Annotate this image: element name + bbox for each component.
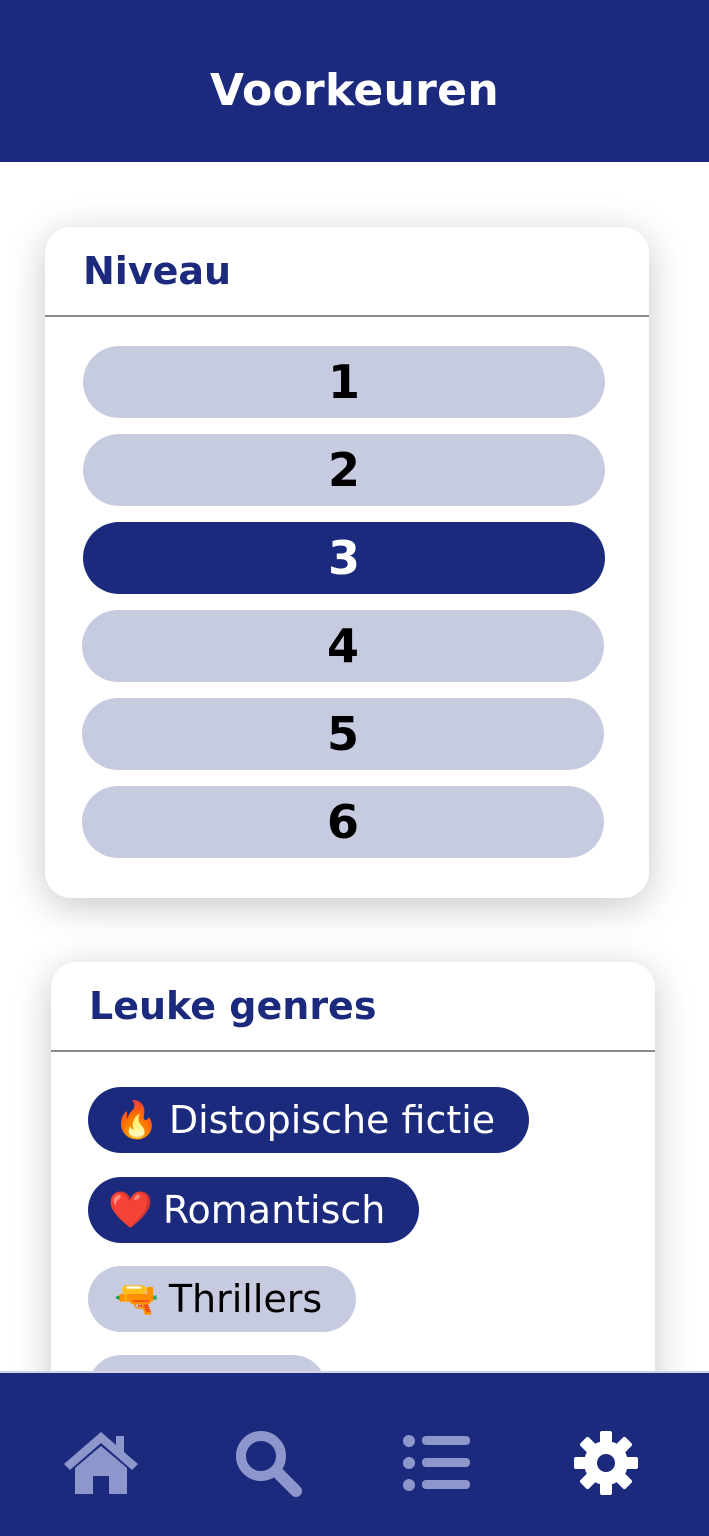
nav-home-button[interactable]	[51, 1413, 151, 1513]
level-option-4[interactable]: 4	[82, 610, 604, 682]
niveau-card: Niveau 1 2 3 4 5 6	[45, 227, 649, 898]
page-title: Voorkeuren	[210, 64, 499, 116]
level-option-6[interactable]: 6	[82, 786, 604, 858]
search-icon	[236, 1431, 302, 1497]
water-gun-icon: 🔫	[114, 1279, 159, 1320]
list-icon	[403, 1435, 470, 1491]
app-header: Voorkeuren	[0, 0, 709, 162]
genre-chip-label: Romantisch	[162, 1188, 386, 1232]
genres-title: Leuke genres	[51, 962, 655, 1052]
gear-icon	[574, 1431, 638, 1495]
nav-list-button[interactable]	[387, 1413, 487, 1513]
home-icon	[64, 1432, 138, 1494]
niveau-title: Niveau	[45, 227, 649, 317]
fire-icon: 🔥	[114, 1100, 159, 1141]
level-option-2[interactable]: 2	[83, 434, 605, 506]
genre-chip-thrillers[interactable]: 🔫 Thrillers	[88, 1266, 357, 1332]
genre-chip-label: Thrillers	[168, 1277, 323, 1321]
genre-chip-romantisch[interactable]: ❤️ Romantisch	[88, 1177, 420, 1243]
genre-chip-distopische-fictie[interactable]: 🔥 Distopische fictie	[88, 1087, 530, 1153]
genre-chip-label: Distopische fictie	[168, 1098, 496, 1142]
bottom-navigation	[0, 1371, 709, 1536]
level-option-1[interactable]: 1	[83, 346, 605, 418]
heart-icon: ❤️	[108, 1190, 153, 1231]
nav-settings-button[interactable]	[556, 1413, 656, 1513]
level-option-5[interactable]: 5	[82, 698, 604, 770]
level-option-3[interactable]: 3	[83, 522, 605, 594]
nav-search-button[interactable]	[218, 1413, 318, 1513]
